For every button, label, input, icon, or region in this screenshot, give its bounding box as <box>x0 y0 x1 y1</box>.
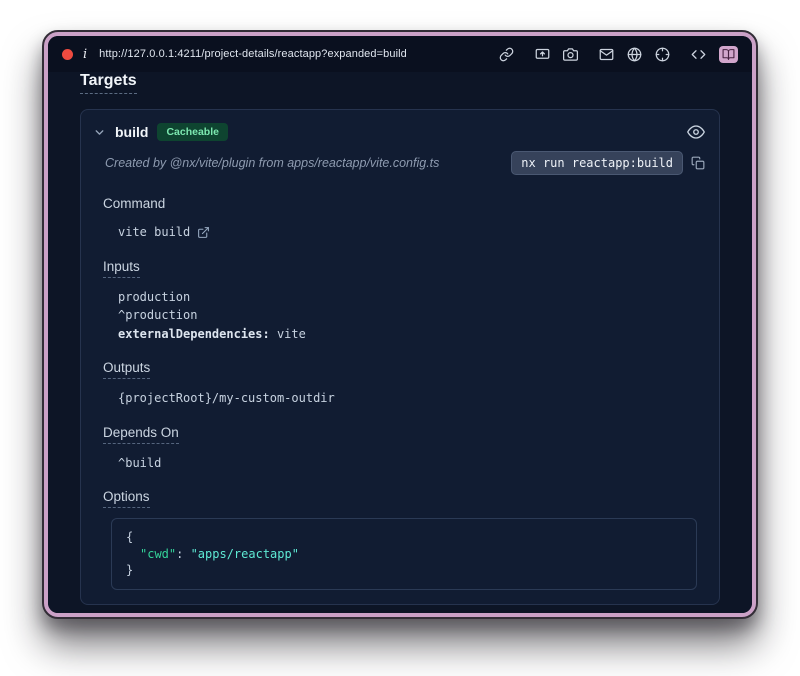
chevron-down-icon[interactable] <box>93 126 106 139</box>
depends-on-item: ^build <box>118 454 699 473</box>
options-heading: Options <box>103 489 150 508</box>
external-link-icon[interactable] <box>197 226 210 239</box>
options-code-block: { "cwd": "apps/reactapp" } <box>111 518 697 590</box>
outputs-list: {projectRoot}/my-custom-outdir <box>118 389 699 408</box>
created-by-row: Created by @nx/vite/plugin from apps/rea… <box>81 141 719 175</box>
titlebar: i http://127.0.0.1:4211/project-details/… <box>48 36 752 72</box>
code-key: "cwd" <box>140 547 176 561</box>
run-command-chip[interactable]: nx run reactapp:build <box>511 151 683 175</box>
options-section: Options { "cwd": "apps/reactapp" } <box>103 488 699 590</box>
outputs-section: Outputs {projectRoot}/my-custom-outdir <box>103 359 699 408</box>
run-command-group: nx run reactapp:build <box>511 151 705 175</box>
command-value-row: vite build <box>118 223 699 242</box>
command-value: vite build <box>118 223 190 242</box>
inputs-heading: Inputs <box>103 259 140 278</box>
cacheable-badge: Cacheable <box>157 123 228 141</box>
targets-section-title: Targets <box>80 72 137 94</box>
browser-window: i http://127.0.0.1:4211/project-details/… <box>42 30 758 619</box>
link-icon[interactable] <box>499 47 514 62</box>
input-item: ^production <box>118 306 699 325</box>
mail-icon[interactable] <box>599 47 614 62</box>
build-card-body: Command vite build Inputs pro <box>81 175 719 604</box>
inputs-section: Inputs production ^production externalDe… <box>103 258 699 344</box>
external-deps-key: externalDependencies: <box>118 327 270 341</box>
book-icon[interactable] <box>719 46 738 63</box>
depends-on-list: ^build <box>118 454 699 473</box>
desktop: i http://127.0.0.1:4211/project-details/… <box>0 0 800 676</box>
globe-icon[interactable] <box>627 47 642 62</box>
inputs-list: production ^production externalDependenc… <box>118 288 699 344</box>
code-icon[interactable] <box>691 47 706 62</box>
copy-icon[interactable] <box>691 156 705 170</box>
code-separator: : <box>176 547 190 561</box>
depends-on-section: Depends On ^build <box>103 424 699 473</box>
close-button[interactable] <box>62 49 73 60</box>
command-heading: Command <box>103 196 165 211</box>
target-name: build <box>115 124 148 140</box>
code-line: "cwd": "apps/reactapp" <box>126 546 682 563</box>
camera-icon[interactable] <box>563 47 578 62</box>
input-item-external-deps: externalDependencies: vite <box>118 325 699 344</box>
titlebar-icons <box>499 46 738 63</box>
code-line: } <box>126 562 682 579</box>
created-by-text: Created by @nx/vite/plugin from apps/rea… <box>105 156 439 170</box>
output-item: {projectRoot}/my-custom-outdir <box>118 389 699 408</box>
build-target-card: build Cacheable Created by @nx/vite/plug… <box>80 109 720 605</box>
input-item: production <box>118 288 699 307</box>
eye-icon[interactable] <box>687 123 705 141</box>
outputs-heading: Outputs <box>103 360 150 379</box>
screen-share-icon[interactable] <box>535 47 550 62</box>
code-line: { <box>126 529 682 546</box>
code-value: "apps/reactapp" <box>191 547 299 561</box>
depends-on-heading: Depends On <box>103 425 179 444</box>
url-text[interactable]: http://127.0.0.1:4211/project-details/re… <box>99 48 407 60</box>
build-card-header: build Cacheable <box>81 110 719 141</box>
window-inner: i http://127.0.0.1:4211/project-details/… <box>48 36 752 613</box>
info-icon: i <box>83 47 87 62</box>
external-deps-value: vite <box>277 327 306 341</box>
page-content: Targets build Cacheable Creat <box>48 72 752 613</box>
command-section: Command vite build <box>103 195 699 242</box>
crosshair-icon[interactable] <box>655 47 670 62</box>
